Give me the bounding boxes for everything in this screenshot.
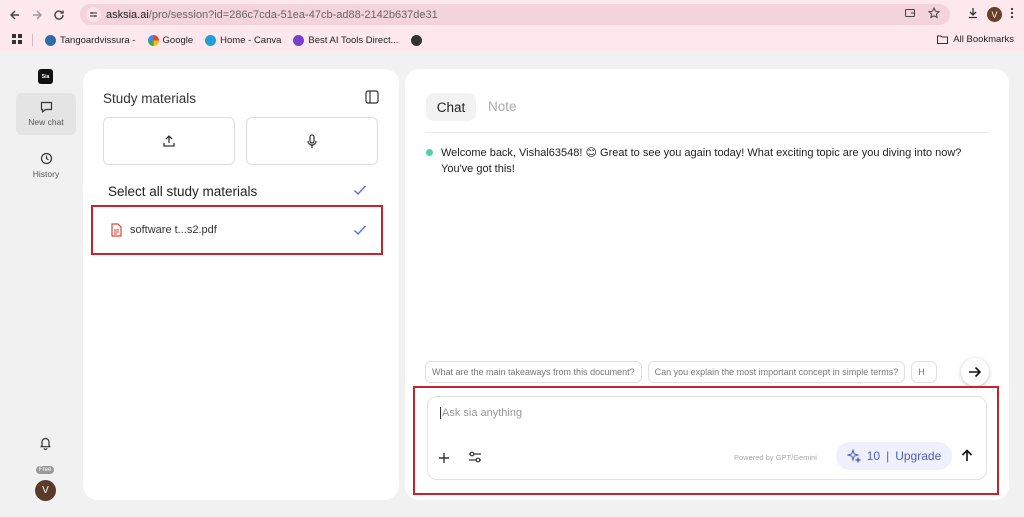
settings-sliders-button[interactable]: [468, 450, 482, 468]
bookmark-best-ai-tools[interactable]: Best AI Tools Direct...: [293, 34, 399, 46]
gear-icon: [293, 34, 305, 46]
sparkle-icon: [846, 449, 861, 463]
arrow-right-icon: [33, 10, 42, 19]
plus-icon: [439, 453, 449, 463]
user-avatar[interactable]: V: [35, 480, 56, 501]
address-bar[interactable]: asksia.ai/pro/session?id=286c7cda-51ea-4…: [80, 4, 950, 25]
assistant-status-dot: [426, 149, 433, 156]
upgrade-divider: |: [886, 449, 890, 463]
suggestion-chip[interactable]: Can you explain the most important conce…: [647, 361, 906, 383]
reload-button[interactable]: [48, 4, 70, 26]
suggestion-chip[interactable]: What are the main takeaways from this do…: [425, 361, 642, 383]
site-settings-icon[interactable]: [86, 7, 101, 22]
record-audio-button[interactable]: [246, 117, 378, 165]
suggestion-list: What are the main takeaways from this do…: [425, 361, 938, 383]
wordpress-icon: [45, 34, 56, 46]
upload-button[interactable]: [103, 117, 235, 165]
bookmark-google[interactable]: Google: [147, 34, 193, 46]
menu-kebab-icon[interactable]: [1010, 7, 1014, 22]
url-path: /pro/session?id=286c7cda-51ea-47cb-ad88-…: [148, 8, 438, 21]
tab-divider: [426, 132, 988, 133]
microphone-icon: [307, 133, 317, 148]
pdf-file-icon: [111, 223, 122, 237]
upload-icon: [163, 135, 175, 147]
bookmarks-bar: Tangoardvissura - Google Home - Canva Be…: [0, 29, 1024, 51]
bookmarks-divider: [32, 34, 33, 46]
sliders-icon: [469, 451, 481, 463]
cast-icon[interactable]: [904, 7, 916, 22]
study-materials-panel: Study materials Select all study materia…: [83, 69, 399, 500]
browser-toolbar: asksia.ai/pro/session?id=286c7cda-51ea-4…: [0, 0, 1024, 29]
study-file-name: software t...s2.pdf: [130, 224, 217, 236]
profile-avatar[interactable]: V: [987, 7, 1002, 22]
globe-icon: [410, 34, 422, 46]
plan-badge: Free: [36, 466, 55, 474]
arrow-right-icon: [969, 366, 982, 378]
bookmark-tangoardvissura[interactable]: Tangoardvissura -: [45, 34, 136, 46]
bookmark-globe[interactable]: [410, 34, 422, 46]
canva-icon: [205, 34, 217, 46]
history-button[interactable]: History: [16, 144, 76, 186]
url-host: asksia.ai: [106, 8, 149, 21]
folder-icon: [937, 35, 949, 44]
study-file-item[interactable]: software t...s2.pdf: [101, 211, 381, 249]
powered-by-label: Powered by GPT/Gemini: [734, 453, 817, 462]
bookmark-canva[interactable]: Home - Canva: [205, 34, 281, 46]
forward-button[interactable]: [26, 4, 48, 26]
arrow-left-icon: [10, 10, 19, 19]
tab-note[interactable]: Note: [488, 99, 517, 114]
history-clock-icon: [40, 152, 52, 164]
arrow-up-icon: [961, 449, 973, 461]
add-attachment-button[interactable]: [438, 449, 450, 469]
upgrade-label: Upgrade: [895, 449, 942, 463]
chat-bubble-icon: [40, 101, 52, 113]
file-check-icon[interactable]: [353, 223, 367, 239]
tab-chat[interactable]: Chat: [426, 93, 476, 121]
chat-panel: Chat Note Welcome back, Vishal63548! 😊 G…: [405, 69, 1009, 500]
select-all-materials[interactable]: Select all study materials: [108, 184, 257, 199]
upgrade-button[interactable]: 10 | Upgrade: [836, 442, 952, 470]
bookmark-star-icon[interactable]: [927, 6, 941, 22]
app-sidebar: Sia New chat History: [0, 52, 80, 517]
sidebar-toggle-icon[interactable]: [365, 90, 379, 109]
welcome-message: Welcome back, Vishal63548! 😊 Great to se…: [441, 147, 962, 175]
new-chat-button[interactable]: New chat: [16, 93, 76, 135]
google-icon: [147, 34, 159, 46]
suggestion-chip[interactable]: H: [911, 361, 938, 383]
bell-icon[interactable]: [39, 436, 52, 455]
download-icon[interactable]: [967, 7, 979, 22]
select-all-check-icon[interactable]: [353, 183, 367, 199]
apps-grid-icon[interactable]: [12, 33, 22, 47]
credits-count: 10: [866, 449, 881, 463]
send-button[interactable]: [961, 449, 973, 466]
all-bookmarks[interactable]: All Bookmarks: [937, 34, 1014, 45]
reload-icon: [54, 9, 64, 20]
chat-input[interactable]: [440, 407, 940, 419]
study-materials-title: Study materials: [103, 91, 197, 106]
sia-logo[interactable]: Sia: [38, 69, 53, 84]
chat-input-box: Powered by GPT/Gemini 10 | Upgrade: [427, 396, 987, 480]
back-button[interactable]: [4, 4, 26, 26]
suggestions-next-button[interactable]: [961, 358, 989, 386]
